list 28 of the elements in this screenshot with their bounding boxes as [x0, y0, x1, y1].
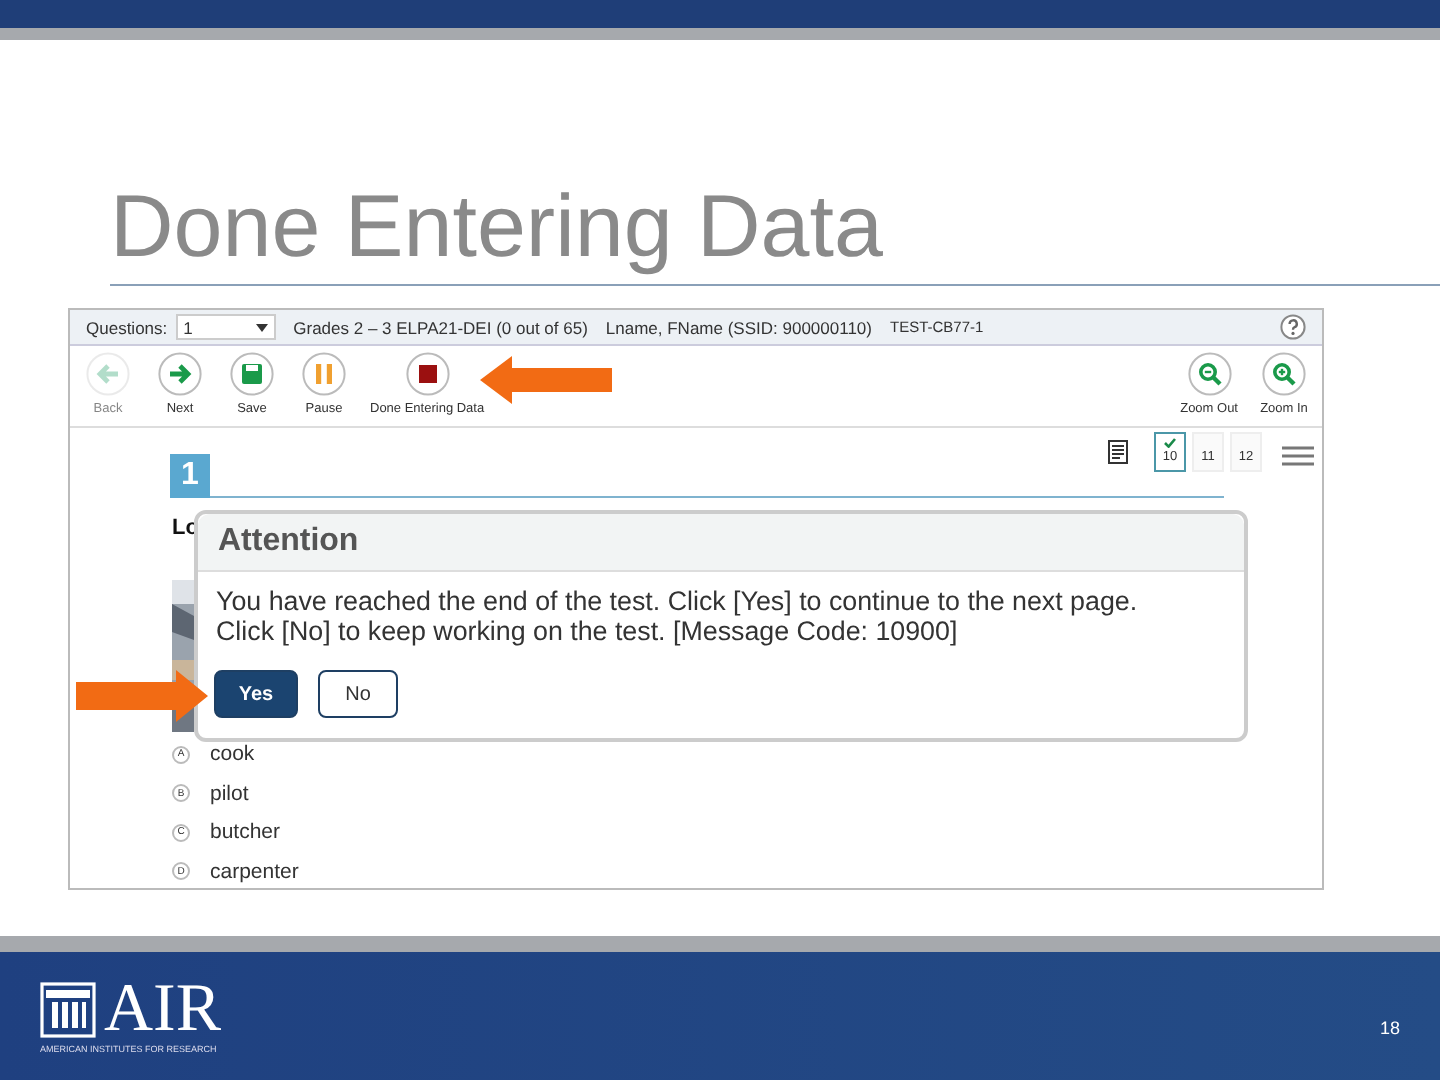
arrow-drawing: [480, 356, 612, 404]
dropdown-caret-icon: [255, 323, 268, 331]
help-icon[interactable]: [1280, 314, 1306, 340]
question-dropdown[interactable]: 1: [175, 314, 276, 340]
answer-option[interactable]: butcher: [210, 820, 281, 845]
pause-icon: [302, 352, 346, 396]
answer-option[interactable]: carpenter: [210, 859, 299, 884]
arrow-drawing: [76, 670, 208, 722]
menu-icon[interactable]: [1282, 446, 1314, 466]
slide-title: Done Entering Data: [110, 176, 1440, 286]
logo-name: AIR: [104, 979, 222, 1039]
question-number: 1: [170, 454, 210, 498]
answer-option[interactable]: cook: [210, 742, 255, 767]
save-icon: [230, 352, 274, 396]
no-button[interactable]: No: [318, 670, 398, 718]
stop-icon: [405, 352, 450, 396]
yes-button[interactable]: Yes: [214, 670, 298, 718]
dialog-title: Attention: [198, 514, 1244, 572]
zoom-out-icon: [1187, 352, 1232, 396]
questions-label: Questions:: [86, 317, 168, 337]
student-name: Lname, FName (SSID: 900000110): [605, 317, 872, 337]
page-number: 18: [1379, 1018, 1400, 1038]
test-title: Grades 2 – 3 ELPA21-DEI (0 out of 65): [293, 317, 588, 337]
document-icon[interactable]: [1108, 440, 1128, 464]
answer-option[interactable]: pilot: [210, 781, 249, 806]
building-logo-icon: [40, 981, 96, 1037]
zoom-in-icon: [1262, 352, 1306, 396]
dialog-message: You have reached the end of the test. Click [Yes] to continue to the next page. Click [No] to keep working on the test. [Message Code: 10900]: [214, 584, 1140, 646]
